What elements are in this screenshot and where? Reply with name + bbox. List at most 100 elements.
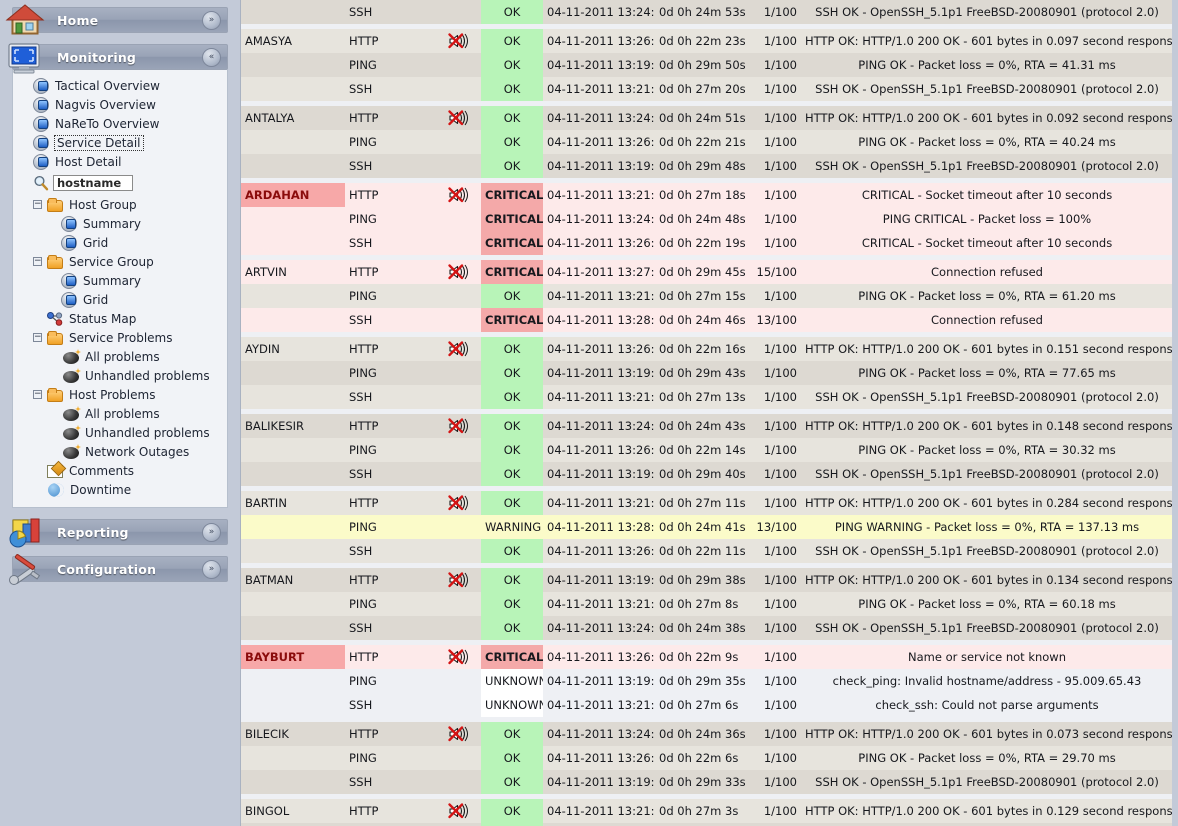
cell-service[interactable]: HTTP [345,183,437,207]
cell-host[interactable]: BAYBURT [241,645,345,669]
chevron-down-icon[interactable]: » [202,560,221,579]
cell-host[interactable]: BATMAN [241,568,345,592]
sidebar-item-host-group-summary[interactable]: Summary [13,214,227,233]
cell-service[interactable]: HTTP [345,722,437,746]
sidebar-item-network-outages[interactable]: Network Outages [13,442,227,461]
expander-icon[interactable]: − [33,257,42,266]
table-row[interactable]: SSH OK04-11-2011 13:21:410d 0h 27m 13s1/1… [241,385,1172,409]
table-row[interactable]: ARTVINHTTP CRITICAL04-11-2011 13:27:090d … [241,260,1172,284]
cell-host[interactable]: ARDAHAN [241,183,345,207]
table-row[interactable]: PING OK04-11-2011 13:21:460d 0h 27m 8s1/1… [241,592,1172,616]
cell-service[interactable]: PING [345,207,437,231]
chevron-down-icon[interactable]: » [202,11,221,30]
table-row[interactable]: SSH UNKNOWN04-11-2011 13:21:480d 0h 27m 6… [241,693,1172,717]
table-row[interactable]: BINGOLHTTP OK04-11-2011 13:21:510d 0h 27m… [241,799,1172,823]
cell-service[interactable]: HTTP [345,799,437,823]
expander-icon[interactable]: − [33,390,42,399]
notifications-disabled-icon[interactable] [447,803,471,819]
sidebar-panel-home-header[interactable]: Home » [5,4,228,35]
cell-service[interactable]: PING [345,53,437,77]
cell-host[interactable]: ANTALYA [241,106,345,130]
table-row[interactable]: SSH CRITICAL04-11-2011 13:28:080d 0h 24m … [241,308,1172,332]
cell-service[interactable]: PING [345,592,437,616]
cell-service[interactable]: SSH [345,462,437,486]
cell-host[interactable]: BILECIK [241,722,345,746]
sidebar-item-tactical-overview[interactable]: Tactical Overview [13,76,227,95]
table-row[interactable]: ANTALYAHTTP OK04-11-2011 13:24:030d 0h 24… [241,106,1172,130]
sidebar-group-host-problems[interactable]: − Host Problems [13,385,227,404]
cell-host[interactable]: ARTVIN [241,260,345,284]
notifications-disabled-icon[interactable] [447,726,471,742]
cell-host[interactable] [241,515,345,539]
sidebar-item-service-group-summary[interactable]: Summary [13,271,227,290]
cell-host[interactable] [241,154,345,178]
cell-service[interactable]: HTTP [345,106,437,130]
table-row[interactable]: PING OK04-11-2011 13:26:480d 0h 22m 6s1/1… [241,746,1172,770]
cell-host[interactable] [241,77,345,101]
cell-host[interactable] [241,284,345,308]
sidebar-group-service-problems[interactable]: − Service Problems [13,328,227,347]
cell-host[interactable] [241,53,345,77]
table-row[interactable]: PING OK04-11-2011 13:26:330d 0h 22m 21s1/… [241,130,1172,154]
sidebar-item-service-group-grid[interactable]: Grid [13,290,227,309]
cell-service[interactable]: SSH [345,0,437,24]
cell-service[interactable]: SSH [345,693,437,717]
cell-service[interactable]: SSH [345,308,437,332]
cell-host[interactable] [241,746,345,770]
table-row[interactable]: SSH OK04-11-2011 13:26:430d 0h 22m 11s1/1… [241,539,1172,563]
cell-host[interactable]: BALIKESIR [241,414,345,438]
cell-service[interactable]: SSH [345,539,437,563]
sidebar-item-service-all-problems[interactable]: All problems [13,347,227,366]
sidebar-item-host-detail[interactable]: Host Detail [13,152,227,171]
cell-service[interactable]: PING [345,515,437,539]
chevron-up-icon[interactable]: « [202,48,221,67]
table-row[interactable]: AYDINHTTP OK04-11-2011 13:26:380d 0h 22m … [241,337,1172,361]
notifications-disabled-icon[interactable] [447,572,471,588]
notifications-disabled-icon[interactable] [447,341,471,357]
cell-service[interactable]: PING [345,130,437,154]
cell-host[interactable] [241,616,345,640]
cell-host[interactable] [241,669,345,693]
cell-host[interactable] [241,361,345,385]
cell-host[interactable] [241,539,345,563]
table-row[interactable]: PING OK04-11-2011 13:21:390d 0h 27m 15s1/… [241,284,1172,308]
cell-service[interactable]: SSH [345,616,437,640]
cell-host[interactable] [241,462,345,486]
notifications-disabled-icon[interactable] [447,187,471,203]
notifications-disabled-icon[interactable] [447,264,471,280]
cell-host[interactable] [241,207,345,231]
table-row[interactable]: SSH OK04-11-2011 13:19:140d 0h 29m 40s1/1… [241,462,1172,486]
search-input[interactable] [53,175,133,191]
table-row[interactable]: PING OK04-11-2011 13:19:040d 0h 29m 50s1/… [241,53,1172,77]
cell-host[interactable] [241,385,345,409]
cell-service[interactable]: PING [345,438,437,462]
expander-icon[interactable]: − [33,333,42,342]
cell-service[interactable]: HTTP [345,645,437,669]
cell-host[interactable]: BINGOL [241,799,345,823]
notifications-disabled-icon[interactable] [447,110,471,126]
cell-service[interactable]: HTTP [345,337,437,361]
cell-host[interactable] [241,231,345,255]
cell-host[interactable] [241,438,345,462]
sidebar-group-host-group[interactable]: − Host Group [13,195,227,214]
sidebar-item-service-unhandled-problems[interactable]: Unhandled problems [13,366,227,385]
table-row[interactable]: SSH OK04-11-2011 13:21:340d 0h 27m 20s1/1… [241,77,1172,101]
sidebar-panel-monitoring-header[interactable]: Monitoring « [8,43,228,74]
notifications-disabled-icon[interactable] [447,495,471,511]
cell-host[interactable] [241,592,345,616]
cell-service[interactable]: HTTP [345,414,437,438]
sidebar-item-service-detail[interactable]: Service Detail [13,133,227,152]
table-row[interactable]: SSH OK04-11-2011 13:19:210d 0h 29m 33s1/1… [241,770,1172,794]
sidebar-panel-configuration-header[interactable]: Configuration » [9,554,228,585]
cell-host[interactable]: AMASYA [241,29,345,53]
notifications-disabled-icon[interactable] [447,649,471,665]
cell-service[interactable]: PING [345,361,437,385]
sidebar-item-downtime[interactable]: Downtime [13,480,227,499]
table-row[interactable]: PING OK04-11-2011 13:19:110d 0h 29m 43s1/… [241,361,1172,385]
cell-service[interactable]: HTTP [345,29,437,53]
table-row[interactable]: BAYBURTHTTP CRITICAL04-11-2011 13:26:450d… [241,645,1172,669]
sidebar-item-comments[interactable]: Comments [13,461,227,480]
cell-host[interactable] [241,308,345,332]
cell-host[interactable]: BARTIN [241,491,345,515]
table-row[interactable]: PING WARNING04-11-2011 13:28:130d 0h 24m … [241,515,1172,539]
